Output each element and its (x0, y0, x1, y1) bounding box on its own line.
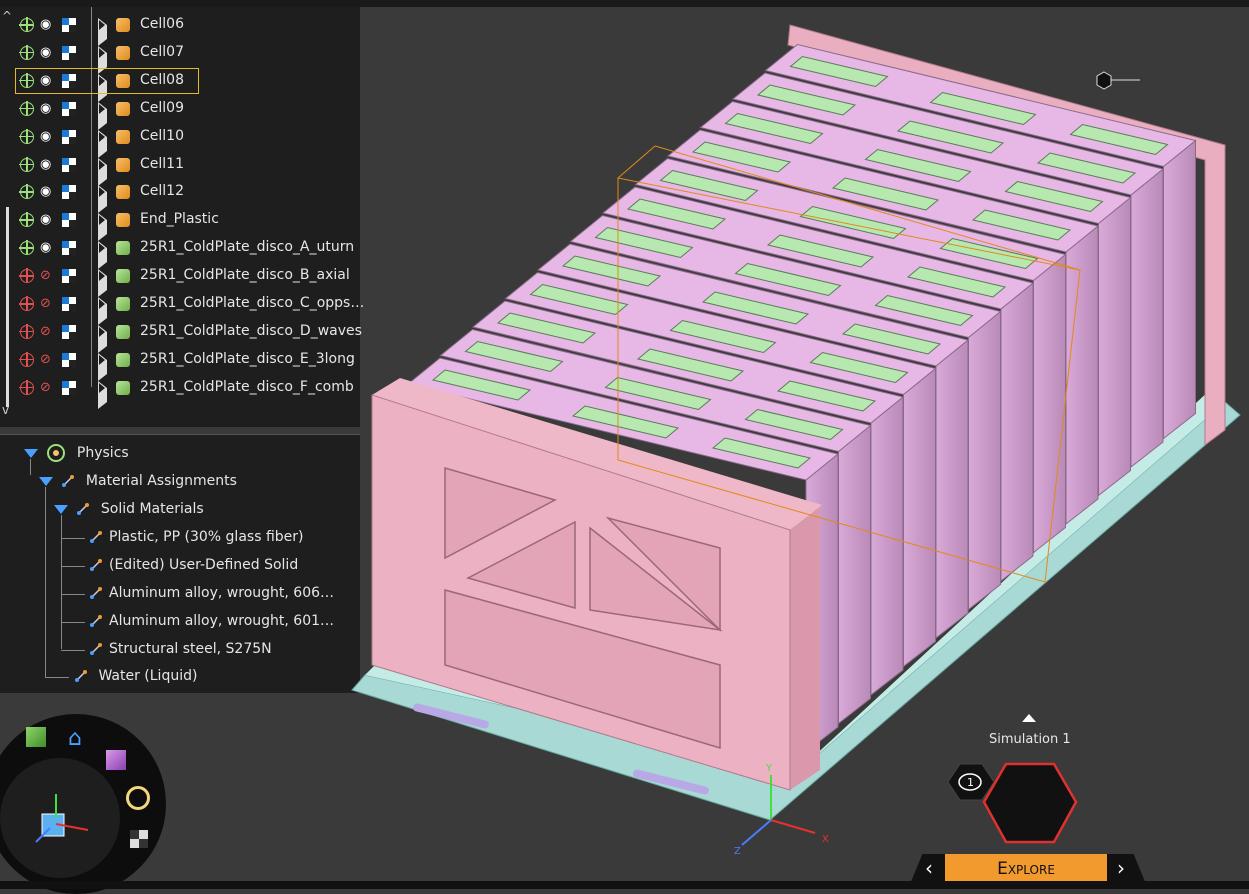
view-marker-icon[interactable] (1096, 71, 1112, 90)
cell-side (870, 395, 904, 697)
status-bar (0, 881, 1249, 889)
cell-side (903, 367, 936, 668)
cell-side (1163, 139, 1196, 440)
expand-up-icon[interactable] (1022, 714, 1036, 722)
checker-icon[interactable] (130, 830, 148, 848)
cell-side (1033, 253, 1066, 554)
cell-side (935, 338, 969, 640)
viewport-3d[interactable]: Y X Z (0, 0, 1249, 889)
orientation-gizmo[interactable] (0, 758, 120, 878)
part-view-icon[interactable] (106, 750, 126, 770)
cell-side (1098, 196, 1131, 497)
home-icon[interactable]: ⌂ (68, 728, 82, 750)
axis-x-icon: X (822, 834, 829, 845)
cell-side (1130, 167, 1164, 469)
simulation-widget[interactable]: 1 (940, 760, 1080, 850)
cube-view-icon[interactable] (26, 727, 46, 747)
axis-z-icon: Z (734, 846, 741, 857)
display-mode-icon[interactable] (126, 786, 150, 810)
cell-side (838, 424, 871, 725)
cell-side (1000, 281, 1034, 583)
axis-z-icon (741, 819, 772, 846)
simulation-hex[interactable] (982, 762, 1078, 844)
comment-count: 1 (967, 776, 974, 789)
prev-mode-button[interactable]: ‹ (925, 856, 933, 880)
axis-x-icon (770, 819, 816, 834)
axis-y-icon: Y (765, 763, 773, 774)
end-plate-front-side (790, 505, 820, 790)
next-mode-button[interactable]: › (1117, 856, 1125, 880)
cell-side (1065, 224, 1099, 526)
simulation-label: Simulation 1 (989, 732, 1071, 747)
